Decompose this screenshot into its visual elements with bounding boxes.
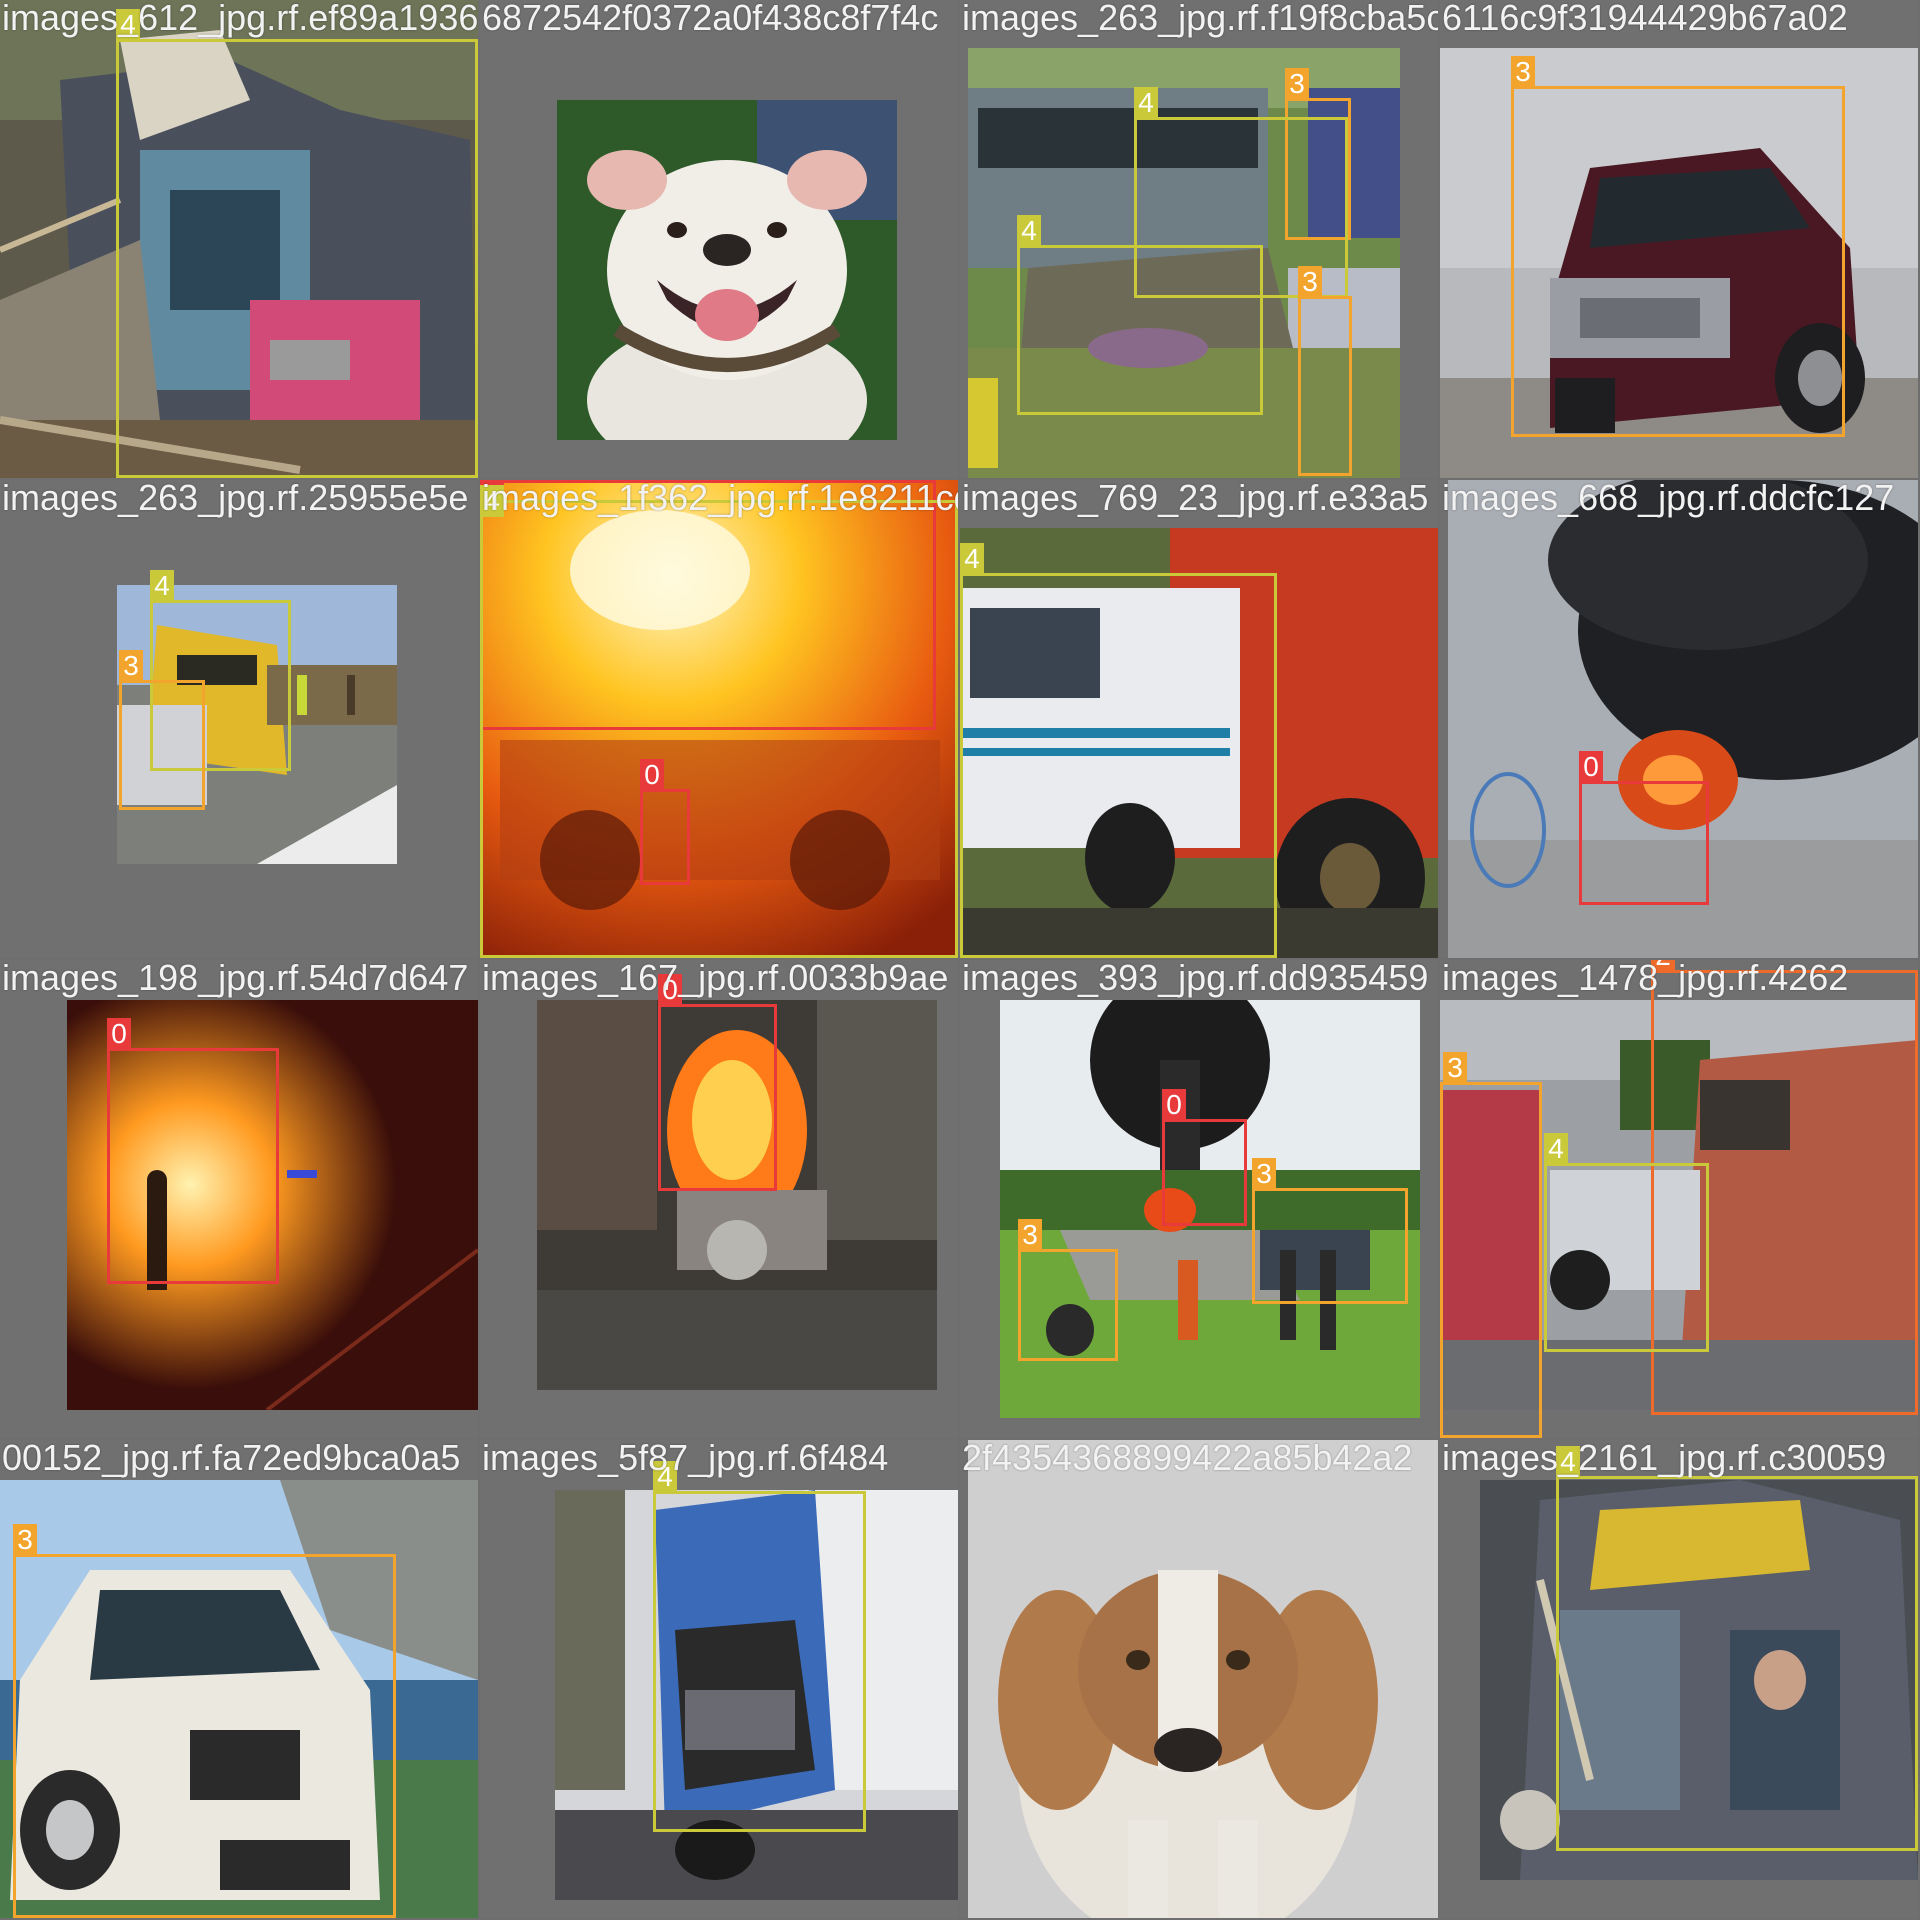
image-filename: images_2161_jpg.rf.c30059: [1442, 1440, 1887, 1478]
mosaic-tile: 0 images_668_jpg.rf.ddcfc127: [1440, 480, 1918, 958]
detection-box: 0: [1162, 1089, 1247, 1226]
detection-box: 0: [640, 759, 690, 885]
class-label: 3: [119, 650, 143, 682]
class-label: 3: [1252, 1158, 1276, 1190]
mosaic-tile: 4 images_2161_jpg.rf.c30059: [1440, 1440, 1918, 1918]
mosaic-tile: 4 images_612_jpg.rf.ef89a1936872542f0372…: [0, 0, 478, 478]
image-filename: images_393_jpg.rf.dd935459: [962, 960, 1429, 998]
mosaic-tile: 4 images_769_23_jpg.rf.e33a5: [960, 480, 1438, 958]
image-filename: images_5f87_jpg.rf.6f484: [482, 1440, 889, 1478]
class-label: 3: [1285, 68, 1309, 100]
detection-box: 4: [1556, 1446, 1918, 1851]
image-filename: 00152_jpg.rf.fa72ed9bca0a5: [2, 1440, 461, 1478]
image-filename: images_198_jpg.rf.54d7d647: [2, 960, 469, 998]
mosaic-tile: 4 images_5f87_jpg.rf.6f484: [480, 1440, 958, 1918]
image-filename: 6872542f0372a0f438c8f7f4c: [482, 0, 939, 38]
class-label: 3: [1511, 56, 1535, 88]
class-label: 0: [107, 1018, 131, 1050]
class-label: 3: [1443, 1052, 1467, 1084]
class-label: 0: [640, 759, 664, 791]
class-label: 3: [1298, 266, 1322, 298]
mosaic-grid: 4 images_612_jpg.rf.ef89a1936872542f0372…: [0, 0, 1920, 1920]
class-label: 4: [480, 485, 504, 517]
class-label: 2: [1651, 960, 1675, 972]
bulldog-photo: [557, 100, 897, 440]
mosaic-tile: 3 4 4 3 images_263_jpg.rf.f19f8cba5c8116…: [960, 0, 1438, 478]
detection-box: 4: [653, 1461, 866, 1832]
mosaic-tile: 2 3 4 images_1478_jpg.rf.4262: [1440, 960, 1918, 1438]
mosaic-tile: 2f4354368899422a85b42a2: [960, 1440, 1438, 1918]
class-label: 4: [116, 9, 140, 41]
detection-box: 4: [1017, 215, 1263, 415]
class-label: 4: [1544, 1133, 1568, 1165]
mosaic-tile: 0 4 0 images_1f362_jpg.rf.1e8211cd15962a…: [480, 480, 958, 958]
class-label: 4: [1017, 215, 1041, 247]
class-label: 0: [658, 974, 682, 1006]
mosaic-tile: 0 images_167_jpg.rf.0033b9ae: [480, 960, 958, 1438]
detection-box: 3: [119, 650, 205, 810]
detection-box: 3: [1252, 1158, 1408, 1304]
image-filename: images_769_23_jpg.rf.e33a5: [962, 480, 1429, 518]
mosaic-tile: 3 6116c9f31944429b67a02: [1440, 0, 1918, 478]
detection-box: 4: [1544, 1133, 1709, 1352]
image-filename: images_263_jpg.rf.25955e5e: [2, 480, 469, 518]
class-label: 0: [1579, 751, 1603, 783]
mosaic-tile: 4 3 images_263_jpg.rf.25955e5e: [0, 480, 478, 958]
mosaic-tile: 3 00152_jpg.rf.fa72ed9bca0a5: [0, 1440, 478, 1918]
mosaic-tile: 0 images_198_jpg.rf.54d7d647: [0, 960, 478, 1438]
detection-box: 3: [1298, 266, 1352, 476]
detection-box: 0: [658, 974, 777, 1191]
class-label: 4: [960, 543, 984, 575]
tile-photo: [968, 1440, 1438, 1918]
class-label: 3: [13, 1524, 37, 1556]
detection-box: 4: [116, 9, 478, 478]
class-label: 4: [653, 1461, 677, 1493]
class-label: 4: [1556, 1446, 1580, 1478]
image-filename: 6116c9f31944429b67a02: [1442, 0, 1848, 38]
detection-box: 4: [960, 543, 1277, 958]
image-filename: images_263_jpg.rf.f19f8cba5c8116cafff319…: [962, 0, 1438, 38]
mosaic-tile: 6872542f0372a0f438c8f7f4c: [480, 0, 958, 478]
mosaic-tile: 0 3 3 images_393_jpg.rf.dd935459: [960, 960, 1438, 1438]
class-label: 4: [1134, 87, 1158, 119]
detection-box: 3: [1511, 56, 1845, 437]
class-label: 4: [150, 570, 174, 602]
tile-photo: [557, 100, 897, 440]
class-label: 0: [1162, 1089, 1186, 1121]
detection-box: 0: [1579, 751, 1709, 905]
detection-box: 0: [107, 1018, 279, 1284]
detection-box: 3: [1018, 1219, 1118, 1361]
beagle-photo: [968, 1440, 1438, 1918]
detection-box: 3: [13, 1524, 396, 1918]
class-label: 3: [1018, 1219, 1042, 1251]
detection-box: 4: [480, 485, 958, 958]
image-filename: images_167_jpg.rf.0033b9ae: [482, 960, 949, 998]
detection-box: 3: [1440, 1052, 1542, 1438]
